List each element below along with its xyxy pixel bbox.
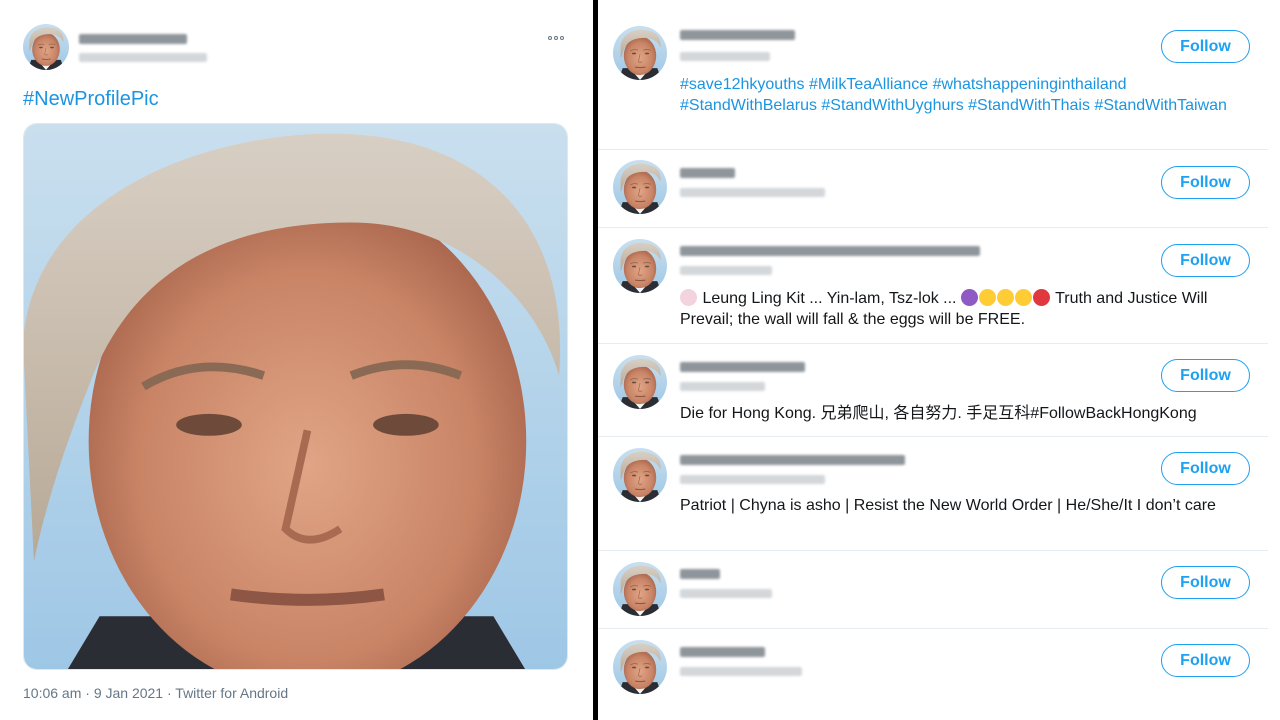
- list-item[interactable]: Follow Die for Hong Kong. 兄弟爬山, 各自努力. 手足…: [598, 344, 1268, 437]
- blurred-user-name[interactable]: [680, 647, 765, 657]
- follower-list: Follow #save12hkyouths #MilkTeaAlliance …: [598, 0, 1268, 720]
- blurred-user-handle: [680, 52, 770, 61]
- tweet-author-avatar[interactable]: [23, 24, 69, 70]
- blurred-user-handle: [680, 382, 765, 391]
- handshake-emoji-icon: [996, 289, 1014, 306]
- list-item[interactable]: Follow: [598, 150, 1268, 228]
- blurred-user-name[interactable]: [680, 30, 795, 40]
- mask-face-emoji-icon: [1014, 289, 1032, 306]
- avatar[interactable]: [613, 239, 667, 293]
- follow-button[interactable]: Follow: [1161, 30, 1250, 63]
- tweet-photo[interactable]: [23, 123, 568, 670]
- blurred-user-handle: [680, 667, 802, 676]
- follow-button[interactable]: Follow: [1161, 166, 1250, 199]
- bio-text-part1: Leung Ling Kit ... Yin-lam, Tsz-lok ...: [702, 290, 957, 307]
- bio-hashtags[interactable]: #save12hkyouths #MilkTeaAlliance #whatsh…: [680, 76, 1227, 114]
- avatar[interactable]: [613, 160, 667, 214]
- follow-button[interactable]: Follow: [1161, 244, 1250, 277]
- tweet-panel: #NewProfilePic 10:06 am · 9 Jan 2021 · T…: [0, 0, 593, 720]
- list-item[interactable]: Follow: [598, 551, 1268, 629]
- tweet-timestamp[interactable]: 10:06 am · 9 Jan 2021 · Twitter for Andr…: [23, 685, 288, 701]
- list-item[interactable]: Follow Patriot | Chyna is asho | Resist …: [598, 437, 1268, 551]
- blurred-user-name[interactable]: [680, 246, 980, 256]
- list-item[interactable]: Follow #save12hkyouths #MilkTeaAlliance …: [598, 0, 1268, 150]
- blurred-user-handle: [680, 475, 825, 484]
- blurred-user-handle: [680, 589, 772, 598]
- more-horizontal-icon[interactable]: [548, 30, 564, 44]
- follow-button[interactable]: Follow: [1161, 452, 1250, 485]
- avatar[interactable]: [613, 448, 667, 502]
- tweet-hashtag-link[interactable]: #NewProfilePic: [23, 88, 159, 111]
- flower-emoji-icon: [680, 289, 697, 306]
- blurred-user-name[interactable]: [680, 569, 720, 579]
- user-bio: Die for Hong Kong. 兄弟爬山, 各自努力. 手足互科#Foll…: [680, 405, 1197, 422]
- follow-button[interactable]: Follow: [1161, 566, 1250, 599]
- avatar[interactable]: [613, 355, 667, 409]
- user-bio: #save12hkyouths #MilkTeaAlliance #whatsh…: [680, 74, 1260, 116]
- follow-button[interactable]: Follow: [1161, 644, 1250, 677]
- avatar[interactable]: [613, 26, 667, 80]
- blurred-user-handle: [680, 266, 772, 275]
- blurred-user-name[interactable]: [680, 168, 735, 178]
- user-bio: Patriot | Chyna is asho | Resist the New…: [680, 497, 1216, 514]
- avatar[interactable]: [613, 640, 667, 694]
- avatar[interactable]: [613, 562, 667, 616]
- mask-face-emoji-icon: [978, 289, 996, 306]
- follow-button[interactable]: Follow: [1161, 359, 1250, 392]
- umbrella-emoji-icon: [960, 289, 978, 306]
- helmet-emoji-icon: [1032, 289, 1050, 306]
- user-bio: Leung Ling Kit ... Yin-lam, Tsz-lok ... …: [680, 288, 1260, 330]
- blurred-user-handle: [680, 188, 825, 197]
- list-item[interactable]: Follow Leung Ling Kit ... Yin-lam, Tsz-l…: [598, 228, 1268, 344]
- blurred-user-name[interactable]: [680, 362, 805, 372]
- list-item[interactable]: Follow: [598, 629, 1268, 720]
- blurred-author-name[interactable]: [79, 34, 187, 44]
- blurred-author-handle: [79, 53, 207, 62]
- blurred-user-name[interactable]: [680, 455, 905, 465]
